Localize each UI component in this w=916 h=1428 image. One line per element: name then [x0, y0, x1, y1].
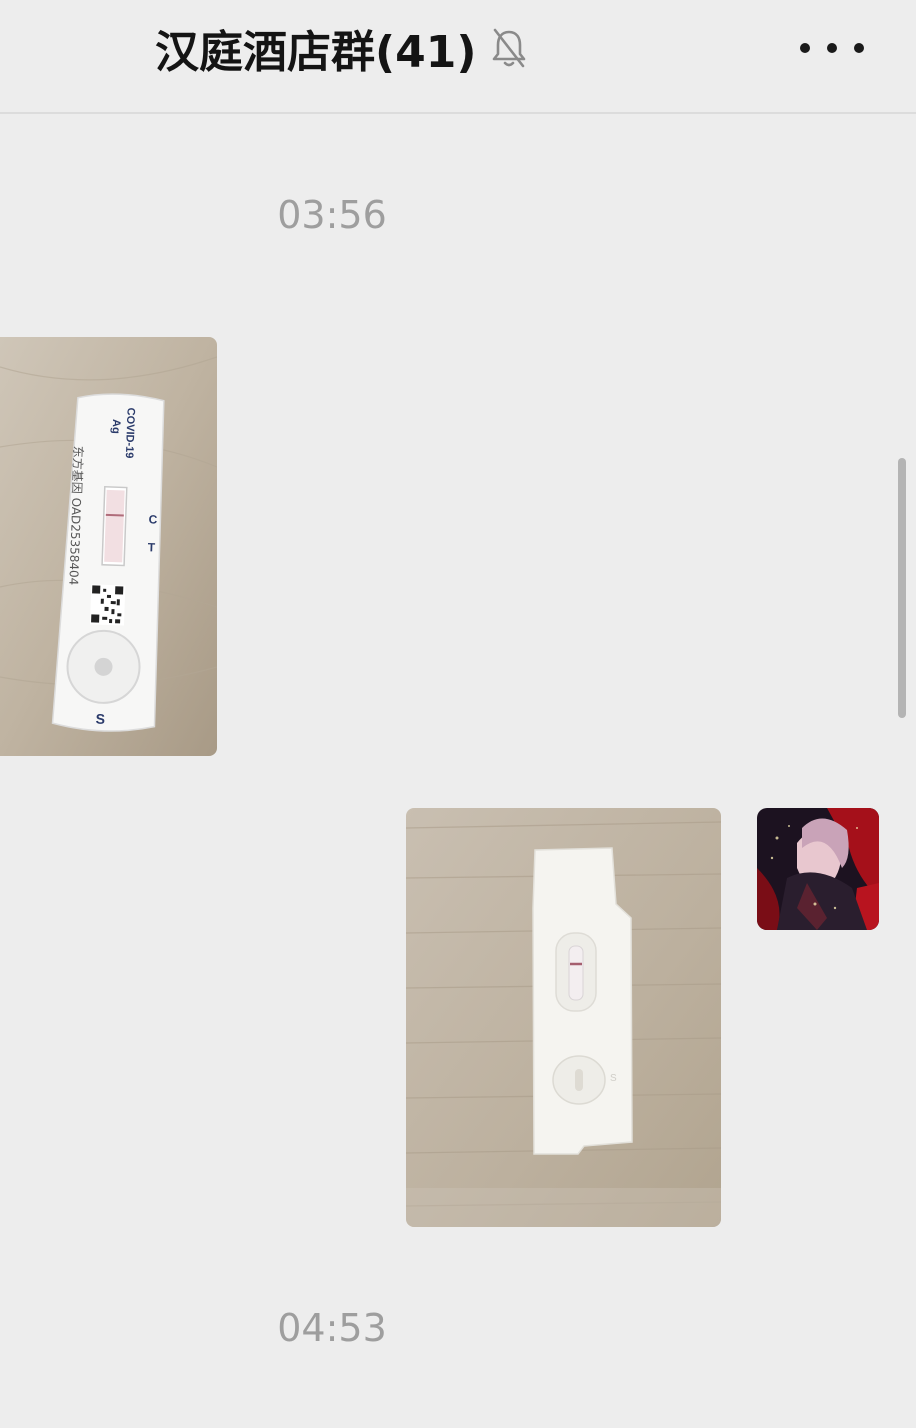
more-dot	[854, 43, 864, 53]
timestamp: 04:53	[277, 1306, 387, 1350]
svg-text:Ag: Ag	[110, 419, 123, 434]
more-button[interactable]	[800, 28, 864, 68]
c-label: C	[148, 512, 157, 526]
svg-text:COVID-19: COVID-19	[123, 407, 137, 458]
timestamp: 03:56	[277, 193, 387, 237]
bell-slash-icon	[490, 26, 528, 70]
chat-title: 汉庭酒店群(41)	[155, 27, 477, 78]
chat-header: 汉庭酒店群(41)	[0, 0, 916, 114]
more-dots-icon	[800, 43, 810, 53]
chat-title-group[interactable]: 汉庭酒店群(41)	[155, 18, 528, 78]
image-message[interactable]: S	[406, 808, 721, 1227]
scrollbar[interactable]	[898, 458, 906, 718]
avatar[interactable]	[757, 808, 879, 930]
s-label: S	[610, 1073, 617, 1084]
s-label: S	[95, 711, 105, 727]
t-label: T	[147, 540, 155, 554]
image-message[interactable]: C T S COVID-19 Ag 东方基因 OAD25358404	[0, 337, 217, 756]
more-dot	[827, 43, 837, 53]
